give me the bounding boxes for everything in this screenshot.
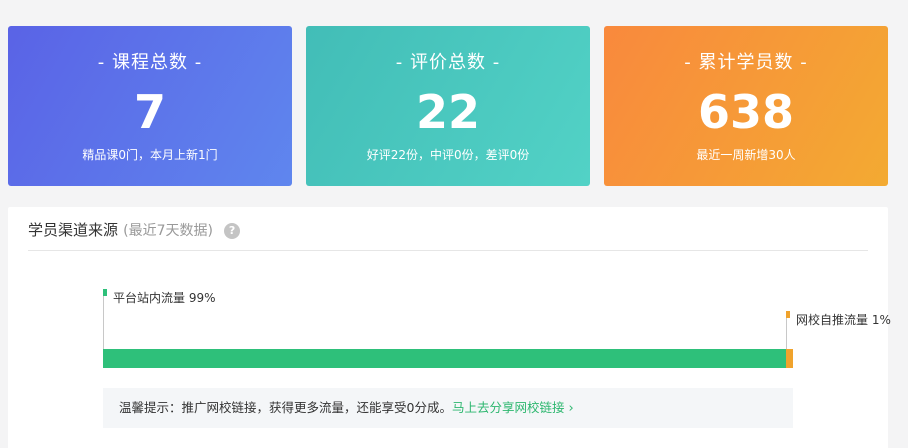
stat-card-reviews: - 评价总数 - 22 好评22份，中评0份，差评0份 [306, 26, 590, 186]
channel-bar-chart: 平台站内流量 99% 网校自推流量 1% [103, 289, 891, 379]
card-value: 638 [697, 85, 795, 139]
channel-segment-label: 网校自推流量 1% [796, 313, 891, 327]
question-circle-icon[interactable]: ? [224, 223, 241, 239]
card-title: - 评价总数 - [395, 52, 501, 73]
stat-card-courses: - 课程总数 - 7 精品课0门，本月上新1门 [8, 26, 292, 186]
card-subtitle: 最近一周新增30人 [696, 148, 796, 162]
channel-marker-line [103, 289, 104, 349]
chevron-right-icon: › [568, 401, 574, 416]
card-value: 22 [415, 85, 480, 139]
channel-marker-cap [103, 289, 107, 296]
tip-text: 温馨提示：推广网校链接，获得更多流量，还能享受0分成。 [119, 400, 452, 415]
stat-card-students: - 累计学员数 - 638 最近一周新增30人 [604, 26, 888, 186]
channel-bar-segment [103, 349, 786, 368]
panel-hint: (最近7天数据) [123, 223, 213, 239]
share-link[interactable]: 马上去分享网校链接 › [451, 400, 574, 416]
card-subtitle: 好评22份，中评0份，差评0份 [366, 148, 530, 162]
channel-marker-cap [786, 311, 790, 318]
channel-segment-label: 平台站内流量 99% [113, 291, 216, 305]
card-value: 7 [133, 85, 166, 139]
panel-header: 学员渠道来源 (最近7天数据) ? [28, 219, 868, 251]
channel-source-panel: 学员渠道来源 (最近7天数据) ? 平台站内流量 99% 网校自推流量 1% 温馨… [8, 207, 891, 448]
panel-title: 学员渠道来源 [28, 221, 119, 239]
card-title: - 课程总数 - [97, 52, 203, 73]
promo-tip: 温馨提示：推广网校链接，获得更多流量，还能享受0分成。马上去分享网校链接 › [103, 388, 793, 428]
card-subtitle: 精品课0门，本月上新1门 [82, 148, 218, 162]
card-title: - 累计学员数 - [684, 52, 808, 73]
channel-bar-segment [786, 349, 793, 368]
share-link-label: 马上去分享网校链接 [451, 400, 565, 415]
